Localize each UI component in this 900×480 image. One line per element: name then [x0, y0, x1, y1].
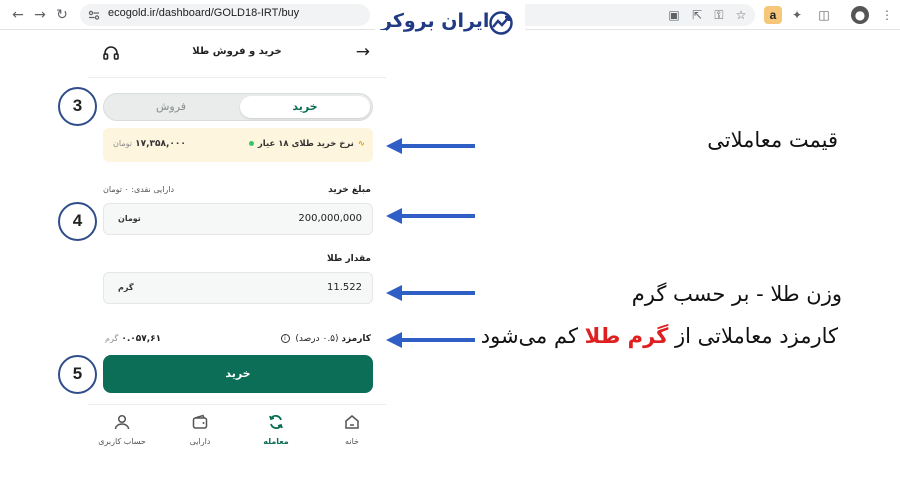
- fee-percent: (۰.۵ درصد): [295, 334, 339, 344]
- nav-item-home[interactable]: خانه: [322, 413, 382, 446]
- fee-unit: گرم: [105, 334, 119, 343]
- brand-chart-icon: [489, 11, 513, 35]
- back-arrow-icon[interactable]: →: [356, 42, 370, 62]
- app-header: خرید و فروش طلا →: [88, 30, 386, 78]
- share-icon[interactable]: ⇱: [688, 6, 706, 24]
- price-label: نرخ خرید طلای ۱۸ عیار: [257, 139, 354, 149]
- amount-value[interactable]: 200,000,000: [298, 213, 362, 224]
- annotation-fee-suffix: کم می‌شود: [480, 324, 578, 348]
- info-icon[interactable]: i: [280, 334, 290, 343]
- reload-icon[interactable]: ↻: [52, 5, 72, 25]
- arrow-fee: [386, 332, 475, 348]
- buy-button[interactable]: خرید: [103, 355, 373, 393]
- nav-item-trade[interactable]: معامله: [246, 413, 306, 446]
- annotation-weight: وزن طلا - بر حسب گرم: [631, 282, 842, 306]
- fee-value-row: ۰.۰۵۷,۶۱ گرم: [103, 334, 161, 344]
- arrow-price: [386, 138, 475, 154]
- gold-value[interactable]: 11.522: [327, 282, 362, 293]
- nav-label-home: خانه: [345, 437, 359, 446]
- price-panel: ∿نرخ خرید طلای ۱۸ عیار ۱۷,۳۵۸,۰۰۰ تومان: [103, 128, 373, 162]
- price-value: ۱۷,۳۵۸,۰۰۰: [135, 139, 186, 149]
- pulse-icon: ∿: [357, 139, 365, 149]
- brand-logo: ایران بروکر: [375, 2, 525, 42]
- annotation-fee-highlight: گرم طلا: [584, 324, 669, 348]
- cash-balance: دارایی نقدی: ۰ تومان: [103, 185, 175, 194]
- live-dot-icon: [248, 141, 254, 146]
- home-icon: [345, 415, 359, 429]
- brand-name: ایران بروکر: [381, 10, 490, 32]
- user-icon: [114, 414, 130, 430]
- gold-label: مقدار طلا: [327, 254, 371, 264]
- nav-label-trade: معامله: [263, 437, 289, 446]
- amount-unit: تومان: [118, 214, 141, 223]
- puzzle-icon[interactable]: ◫: [815, 6, 833, 24]
- amount-input[interactable]: 200,000,000 تومان: [103, 203, 373, 235]
- page-title: خرید و فروش طلا: [192, 46, 282, 57]
- fee-label: کارمزد: [341, 334, 371, 344]
- tab-buy[interactable]: خرید: [240, 96, 370, 118]
- trading-app: خرید و فروش طلا → خرید فروش ∿نرخ خرید طل…: [88, 30, 386, 480]
- site-settings-icon[interactable]: [88, 9, 100, 21]
- annotation-fee: کارمزد معاملاتی از گرم طلا کم می‌شود: [481, 324, 838, 348]
- arrow-gold-weight: [386, 285, 475, 301]
- fee-label-row: کارمزد (۰.۵ درصد) i: [280, 334, 371, 344]
- nav-label-assets: دارایی: [189, 437, 211, 446]
- gold-input[interactable]: 11.522 گرم: [103, 272, 373, 304]
- gold-unit: گرم: [118, 283, 134, 292]
- nav-item-account[interactable]: حساب کاربری: [92, 413, 152, 446]
- tab-sell[interactable]: فروش: [106, 96, 236, 118]
- price-unit: تومان: [113, 139, 132, 148]
- amount-label: مبلغ خرید: [328, 185, 371, 195]
- fee-value: ۰.۰۵۷,۶۱: [121, 334, 162, 344]
- annotation-fee-prefix: کارمزد معاملاتی از: [675, 324, 838, 348]
- translate-icon[interactable]: ▣: [665, 6, 683, 24]
- bottom-nav: خانه معامله دارایی حساب کاربری: [88, 404, 386, 460]
- step-badge-5: 5: [58, 355, 97, 394]
- forward-icon[interactable]: →: [30, 5, 50, 25]
- bookmark-star-icon[interactable]: ☆: [732, 6, 750, 24]
- key-icon[interactable]: ⚿: [710, 6, 728, 24]
- menu-kebab-icon[interactable]: ⋮: [878, 6, 896, 24]
- price-value-row: ۱۷,۳۵۸,۰۰۰ تومان: [111, 139, 186, 149]
- wallet-icon: [192, 414, 208, 429]
- address-bar[interactable]: ecogold.ir/dashboard/GOLD18-IRT/buy: [80, 4, 370, 26]
- profile-avatar-icon[interactable]: ●: [851, 6, 869, 24]
- price-label-row: ∿نرخ خرید طلای ۱۸ عیار: [248, 139, 365, 149]
- step-badge-3: 3: [58, 87, 97, 126]
- exchange-icon: [269, 415, 283, 429]
- back-icon[interactable]: ←: [8, 5, 28, 25]
- arrow-amount: [386, 208, 475, 224]
- url-text[interactable]: ecogold.ir/dashboard/GOLD18-IRT/buy: [108, 7, 299, 19]
- annotation-price: قیمت معاملاتی: [707, 128, 838, 152]
- buy-sell-toggle: خرید فروش: [103, 93, 373, 121]
- extension-icon[interactable]: ✦: [788, 6, 806, 24]
- nav-label-account: حساب کاربری: [98, 437, 146, 446]
- amazon-extension-icon[interactable]: a: [764, 6, 782, 24]
- step-badge-4: 4: [58, 202, 97, 241]
- nav-item-assets[interactable]: دارایی: [170, 413, 230, 446]
